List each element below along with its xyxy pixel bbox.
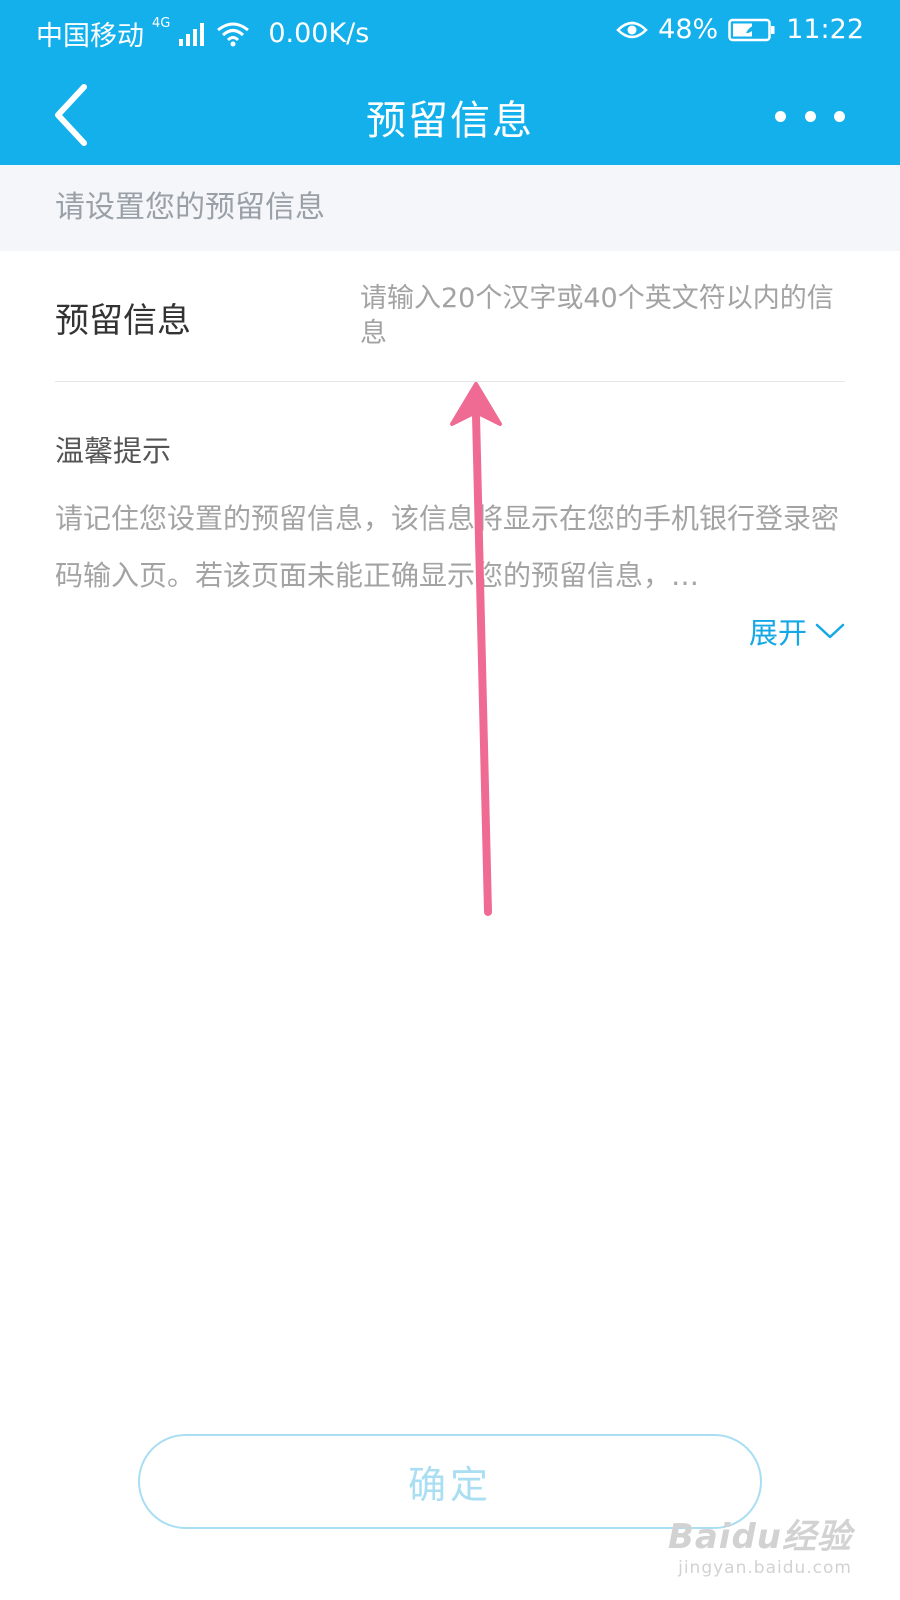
tips-body: 请记住您设置的预留信息，该信息将显示在您的手机银行登录密码输入页。若该页面未能正… (55, 502, 840, 592)
more-button[interactable] (775, 96, 845, 136)
reserved-info-row: 预留信息 (55, 251, 845, 382)
section-hint: 请设置您的预留信息 (0, 165, 900, 251)
battery-icon (728, 17, 776, 43)
more-dots-icon (775, 110, 786, 122)
reserved-info-input[interactable] (360, 281, 840, 361)
clock: 11:22 (786, 14, 864, 45)
app-header: 中国移动 4G 0.00K/s 48% 11:22 预留信息 (0, 0, 900, 165)
watermark-logo: Baidu经验 (667, 1517, 852, 1557)
battery-percent: 48% (658, 14, 719, 45)
wifi-icon (216, 20, 250, 48)
page-title: 预留信息 (366, 98, 534, 144)
tips-section: 温馨提示 请记住您设置的预留信息，该信息将显示在您的手机银行登录密码输入页。若该… (55, 428, 845, 650)
reserved-info-label: 预留信息 (55, 301, 191, 341)
expand-button[interactable]: 展开 (749, 610, 845, 652)
status-bar: 中国移动 4G 0.00K/s 48% 11:22 (0, 0, 900, 62)
status-right: 48% 11:22 (616, 14, 864, 45)
chevron-down-icon (815, 623, 845, 639)
carrier-name: 中国移动 (36, 21, 144, 52)
watermark: Baidu经验 jingyan.baidu.com (668, 1509, 852, 1578)
watermark-url: jingyan.baidu.com (678, 1558, 852, 1578)
network-speed: 0.00K/s (268, 18, 370, 49)
status-left: 中国移动 4G 0.00K/s (36, 14, 369, 53)
expand-label: 展开 (748, 616, 807, 650)
nav-bar: 预留信息 (0, 70, 900, 160)
more-dot (834, 110, 845, 122)
eye-icon (616, 18, 648, 42)
tips-title: 温馨提示 (55, 434, 172, 468)
network-type: 4G (152, 16, 171, 31)
signal-icon (178, 21, 208, 47)
more-dot (804, 110, 816, 122)
